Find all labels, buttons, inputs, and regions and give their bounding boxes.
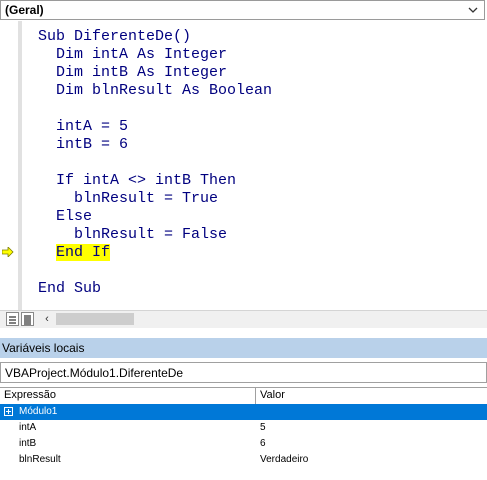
expression-column-header[interactable]: Expressão	[0, 388, 256, 404]
code-line[interactable]: Dim intA As Integer	[38, 46, 227, 64]
code-line[interactable]: blnResult = True	[38, 190, 218, 208]
procedure-view-button[interactable]	[6, 312, 19, 326]
row-expression: intB	[19, 438, 37, 449]
row-value: Verdadeiro	[260, 454, 309, 465]
object-combo-value: (Geral)	[5, 3, 44, 17]
editor-horizontal-scrollbar[interactable]: ‹	[0, 310, 487, 328]
row-expression: Módulo1	[19, 406, 58, 417]
object-combo[interactable]: (Geral)	[0, 0, 485, 20]
code-line[interactable]: intB = 6	[38, 136, 128, 154]
code-line[interactable]: intA = 5	[38, 118, 128, 136]
full-module-view-icon	[24, 315, 31, 325]
scroll-thumb[interactable]	[56, 313, 134, 325]
code-line[interactable]: Sub DiferenteDe()	[38, 28, 191, 46]
margin-indicator-bar[interactable]	[0, 21, 22, 310]
row-expression: blnResult	[19, 454, 61, 465]
locals-row[interactable]: intB 6	[0, 436, 487, 452]
locals-row[interactable]: blnResult Verdadeiro	[0, 452, 487, 468]
full-module-view-button[interactable]	[21, 312, 34, 326]
row-value: 6	[260, 438, 266, 449]
row-expression: intA	[19, 422, 37, 433]
locals-grid-header: Expressão Valor	[0, 387, 487, 405]
locals-row[interactable]: intA 5	[0, 420, 487, 436]
procedure-view-icon	[9, 316, 16, 324]
code-line[interactable]: Dim intB As Integer	[38, 64, 227, 82]
code-line[interactable]: Dim blnResult As Boolean	[38, 82, 272, 100]
expression-header-label: Expressão	[4, 389, 56, 401]
code-line[interactable]: If intA <> intB Then	[38, 172, 236, 190]
locals-context-box[interactable]: VBAProject.Módulo1.DiferenteDe	[0, 362, 487, 383]
code-line[interactable]: End Sub	[38, 280, 101, 298]
locals-row-selected[interactable]: Módulo1	[0, 404, 487, 420]
locals-window-title: Variáveis locais	[0, 338, 487, 358]
code-editor[interactable]: Sub DiferenteDe() Dim intA As Integer Di…	[0, 21, 487, 310]
locals-title-text: Variáveis locais	[2, 341, 85, 355]
current-line-highlight: End If	[56, 244, 111, 261]
expand-plus-icon[interactable]	[4, 407, 13, 416]
value-header-label[interactable]: Valor	[260, 389, 285, 401]
chevron-down-icon[interactable]	[465, 2, 481, 18]
arrow-right-icon	[2, 247, 14, 257]
code-line[interactable]: Else	[38, 208, 92, 226]
locals-context-text: VBAProject.Módulo1.DiferenteDe	[5, 366, 184, 380]
row-value: 5	[260, 422, 266, 433]
scroll-left-icon[interactable]: ‹	[40, 312, 54, 326]
current-code-line[interactable]: End If	[38, 244, 111, 262]
code-line[interactable]: blnResult = False	[38, 226, 227, 244]
